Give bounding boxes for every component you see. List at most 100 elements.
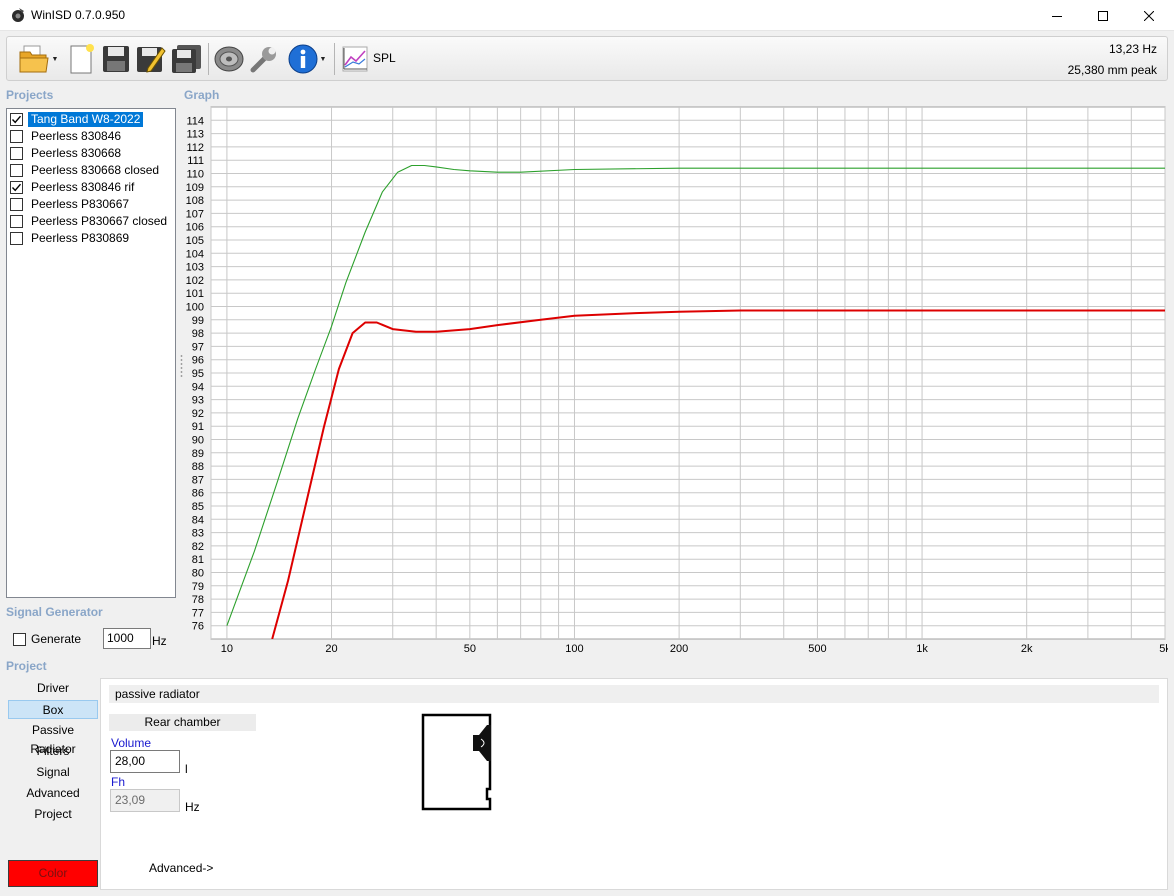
open-dropdown-icon[interactable]: ▼ bbox=[52, 56, 59, 63]
color-button[interactable]: Color bbox=[8, 860, 98, 887]
info-button[interactable]: ▼ bbox=[283, 41, 331, 77]
nav-item-filters[interactable]: Filters bbox=[8, 742, 98, 761]
nav-item-advanced[interactable]: Advanced bbox=[8, 784, 98, 803]
splitter-grip bbox=[180, 359, 183, 361]
splitter-grip bbox=[180, 355, 183, 357]
project-checkbox[interactable] bbox=[10, 130, 23, 143]
x-tick-label: 100 bbox=[565, 643, 583, 655]
close-icon bbox=[1144, 10, 1154, 21]
spl-graph[interactable]: 76 77787980 818283 848586 87888990 919293 9495… bbox=[180, 104, 1168, 660]
generate-checkbox-row[interactable]: Generate bbox=[13, 632, 81, 646]
project-checkbox[interactable] bbox=[10, 147, 23, 160]
y-tick-label: 97 bbox=[192, 341, 204, 353]
save-button[interactable] bbox=[100, 41, 132, 77]
x-tick-label: 1k bbox=[916, 643, 928, 655]
generate-checkbox[interactable] bbox=[13, 632, 26, 646]
y-tick-label: 91 bbox=[192, 421, 204, 433]
y-tick-label: 92 bbox=[192, 408, 204, 420]
projects-header: Projects bbox=[6, 88, 54, 102]
project-checkbox[interactable] bbox=[10, 215, 23, 228]
frequency-readout: 13,23 Hz bbox=[1108, 42, 1157, 56]
x-tick-label: 10 bbox=[221, 643, 233, 655]
project-name: Tang Band W8-2022 bbox=[28, 112, 144, 127]
y-tick-label: 107 bbox=[186, 208, 204, 220]
project-item[interactable]: Peerless P830869 bbox=[10, 230, 132, 247]
y-tick-label: 94 bbox=[192, 381, 204, 393]
project-item[interactable]: Peerless P830667 closed bbox=[10, 213, 170, 230]
x-tick-label: 500 bbox=[808, 643, 826, 655]
box-type-label: passive radiator bbox=[109, 685, 1159, 703]
save-as-button[interactable] bbox=[135, 41, 167, 77]
y-tick-label: 113 bbox=[186, 129, 204, 141]
nav-item-driver[interactable]: Driver bbox=[8, 679, 98, 698]
frequency-input[interactable]: 1000 bbox=[103, 628, 151, 649]
project-item[interactable]: Peerless 830668 bbox=[10, 145, 124, 162]
speaker-icon bbox=[214, 46, 244, 72]
minimize-button[interactable] bbox=[1034, 0, 1080, 31]
new-project-button[interactable] bbox=[67, 41, 97, 77]
project-checkbox[interactable] bbox=[10, 198, 23, 211]
graph-header: Graph bbox=[184, 88, 220, 102]
app-icon bbox=[12, 8, 24, 22]
y-tick-label: 77 bbox=[192, 607, 204, 619]
y-tick-label: 90 bbox=[192, 435, 204, 447]
nav-item-signal[interactable]: Signal bbox=[8, 763, 98, 782]
signal-generator-header: Signal Generator bbox=[6, 605, 103, 619]
project-item[interactable]: Peerless P830667 bbox=[10, 196, 132, 213]
spl-graph-button[interactable] bbox=[339, 41, 371, 77]
save-all-button[interactable] bbox=[170, 41, 204, 77]
project-item[interactable]: Peerless 830846 rif bbox=[10, 179, 137, 196]
project-name: Peerless P830869 bbox=[31, 231, 130, 245]
excursion-readout: 25,380 mm peak bbox=[1067, 63, 1157, 77]
wrench-icon bbox=[250, 47, 276, 73]
project-checkbox[interactable] bbox=[10, 181, 23, 194]
project-item[interactable]: Peerless 830846 bbox=[10, 128, 124, 145]
splitter-grip bbox=[180, 375, 183, 377]
y-tick-label: 104 bbox=[186, 248, 204, 260]
y-tick-label: 114 bbox=[186, 115, 204, 127]
rear-chamber-header: Rear chamber bbox=[109, 714, 256, 731]
volume-label: Volume bbox=[111, 736, 152, 750]
save-all-icon bbox=[172, 45, 201, 73]
maximize-button[interactable] bbox=[1080, 0, 1126, 31]
maximize-icon bbox=[1098, 10, 1108, 21]
close-button[interactable] bbox=[1126, 0, 1172, 31]
y-tick-label: 84 bbox=[192, 514, 204, 526]
x-tick-label: 200 bbox=[670, 643, 688, 655]
advanced-link[interactable]: Advanced-> bbox=[149, 861, 213, 875]
nav-item-box[interactable]: Box bbox=[8, 700, 98, 719]
project-name: Peerless P830667 bbox=[31, 197, 130, 211]
splitter-grip bbox=[180, 363, 183, 365]
nav-item-passive-radiator[interactable]: Passive Radiator bbox=[8, 721, 98, 756]
options-button[interactable] bbox=[248, 41, 280, 77]
checkmark-icon bbox=[11, 115, 22, 124]
volume-input[interactable]: 28,00 bbox=[110, 750, 180, 773]
open-folder-icon bbox=[19, 45, 49, 73]
y-tick-label: 88 bbox=[192, 461, 204, 473]
y-tick-label: 103 bbox=[186, 262, 204, 274]
info-dropdown-icon[interactable]: ▼ bbox=[320, 56, 327, 63]
checkmark-icon bbox=[11, 183, 22, 192]
spl-label: SPL bbox=[373, 51, 396, 65]
y-tick-label: 89 bbox=[192, 448, 204, 460]
splitter-grip bbox=[180, 367, 183, 369]
save-icon bbox=[103, 46, 129, 72]
y-tick-label: 99 bbox=[192, 315, 204, 327]
y-tick-label: 79 bbox=[192, 581, 204, 593]
project-checkbox[interactable] bbox=[10, 113, 23, 126]
projects-list[interactable]: Tang Band W8-2022 Peerless 830846 Peerless… bbox=[6, 108, 176, 598]
y-tick-label: 86 bbox=[192, 488, 204, 500]
y-tick-label: 96 bbox=[192, 355, 204, 367]
y-tick-label: 110 bbox=[186, 169, 204, 181]
fh-input: 23,09 bbox=[110, 789, 180, 812]
y-tick-label: 78 bbox=[192, 594, 204, 606]
project-item[interactable]: Tang Band W8-2022 bbox=[10, 111, 144, 128]
project-item[interactable]: Peerless 830668 closed bbox=[10, 162, 162, 179]
open-project-button[interactable]: ▼ bbox=[13, 41, 63, 77]
y-tick-label: 100 bbox=[186, 302, 204, 314]
minimize-icon bbox=[1052, 15, 1062, 17]
project-checkbox[interactable] bbox=[10, 164, 23, 177]
project-checkbox[interactable] bbox=[10, 232, 23, 245]
nav-item-project[interactable]: Project bbox=[8, 805, 98, 824]
driver-editor-button[interactable] bbox=[211, 41, 247, 77]
